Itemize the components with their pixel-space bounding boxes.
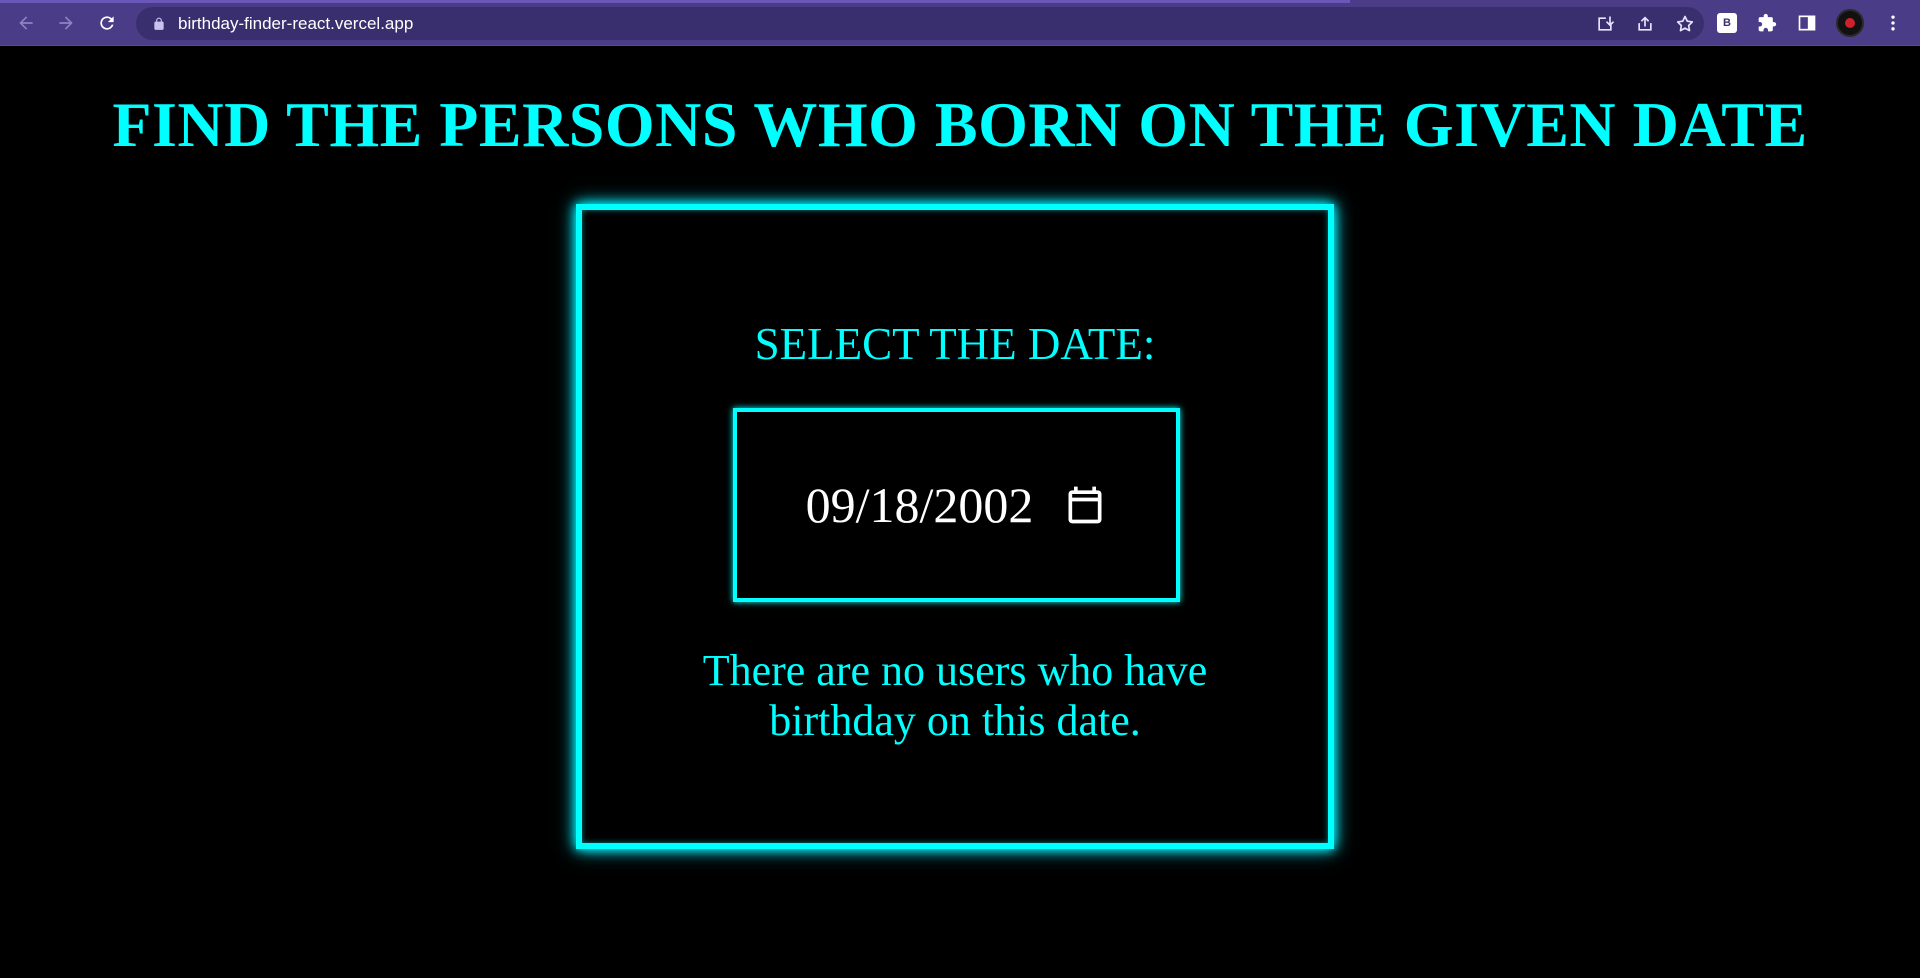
forward-arrow-icon — [59, 16, 73, 30]
url-text[interactable]: birthday-finder-react.vercel.app — [178, 14, 413, 34]
avatar-image — [1845, 18, 1855, 28]
browser-toolbar: birthday-finder-react.vercel.app B — [0, 0, 1920, 46]
lock-icon — [152, 17, 166, 31]
back-button[interactable] — [10, 7, 42, 39]
side-panel-icon[interactable] — [1796, 12, 1818, 34]
message-line-1: There are no users who have — [702, 646, 1208, 695]
bookmark-star-icon[interactable] — [1674, 13, 1696, 35]
page-title: FIND THE PERSONS WHO BORN ON THE GIVEN D… — [112, 89, 1808, 160]
no-users-message: There are no users who have birthday on … — [582, 646, 1328, 746]
forward-button[interactable] — [50, 7, 82, 39]
date-input[interactable]: 09/18/2002 — [733, 408, 1180, 602]
address-bar[interactable]: birthday-finder-react.vercel.app — [136, 7, 1704, 40]
menu-kebab-icon[interactable] — [1882, 12, 1904, 34]
reload-button[interactable] — [91, 7, 123, 39]
calendar-icon[interactable] — [1063, 482, 1107, 528]
back-arrow-icon — [19, 16, 33, 30]
share-icon[interactable] — [1634, 13, 1656, 35]
tab-strip-line — [0, 0, 1350, 3]
message-line-2: birthday on this date. — [769, 696, 1141, 745]
profile-avatar[interactable] — [1836, 9, 1864, 37]
reload-icon — [100, 16, 114, 30]
install-app-icon[interactable] — [1594, 13, 1616, 35]
select-date-label: SELECT THE DATE: — [754, 319, 1156, 369]
extensions-puzzle-icon[interactable] — [1756, 12, 1778, 34]
date-value[interactable]: 09/18/2002 — [806, 476, 1034, 534]
extension-b-icon[interactable]: B — [1716, 12, 1738, 34]
date-finder-card: SELECT THE DATE: 09/18/2002 There are no… — [576, 204, 1334, 849]
